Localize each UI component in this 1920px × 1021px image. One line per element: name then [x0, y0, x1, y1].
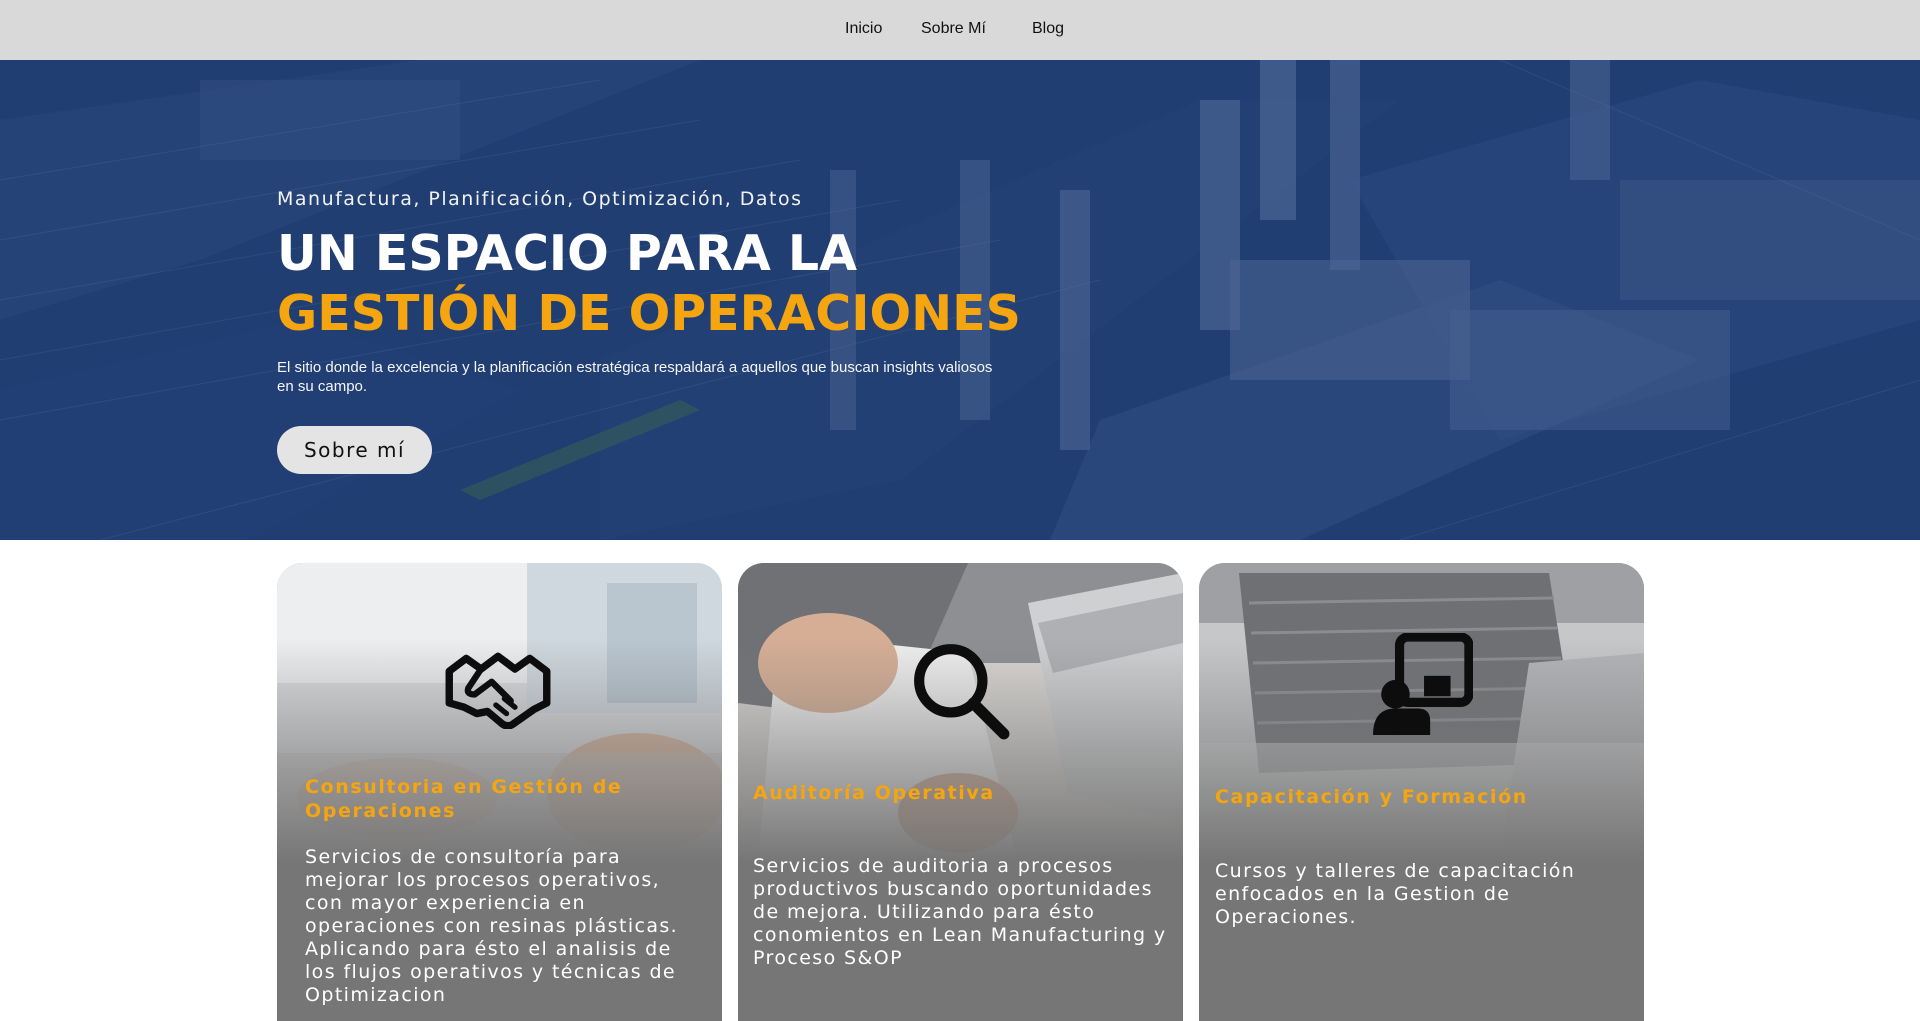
- nav-link-sobre-mi[interactable]: Sobre Mí: [921, 20, 986, 38]
- card-description: Cursos y talleres de capacitación enfoca…: [1215, 860, 1576, 928]
- card-title: Consultoria en Gestión de Operaciones: [305, 776, 623, 822]
- hero-tagline: Manufactura, Planificación, Optimización…: [277, 188, 803, 210]
- card-title: Auditoría Operativa: [753, 782, 995, 804]
- hero-content: Manufactura, Planificación, Optimización…: [277, 188, 1037, 474]
- nav-link-inicio[interactable]: Inicio: [845, 20, 882, 38]
- magnifying-glass-icon: [914, 644, 1010, 740]
- handshake-icon: [445, 652, 551, 729]
- card-description: Servicios de consultoría para mejorar lo…: [305, 846, 679, 1006]
- top-nav: Inicio Sobre Mí Blog: [0, 0, 1920, 60]
- nav-link-blog[interactable]: Blog: [1032, 20, 1064, 38]
- card-title: Capacitación y Formación: [1215, 786, 1528, 808]
- service-card-consultoria[interactable]: Consultoria en Gestión de Operaciones Se…: [277, 563, 722, 1021]
- sobre-mi-button[interactable]: Sobre mí: [277, 426, 432, 474]
- card-description: Servicios de auditoria a procesos produc…: [753, 855, 1167, 969]
- hero-description: El sitio donde la excelencia y la planif…: [277, 359, 993, 395]
- service-card-capacitacion[interactable]: Capacitación y Formación Cursos y taller…: [1199, 563, 1644, 1021]
- hero-section: Manufactura, Planificación, Optimización…: [0, 60, 1920, 540]
- hero-title-line1: UN ESPACIO PARA LA: [277, 225, 858, 282]
- hero-title-line2: GESTIÓN DE OPERACIONES: [277, 285, 1021, 342]
- presenter-board-icon: [1373, 633, 1473, 735]
- service-card-auditoria[interactable]: Auditoría Operativa Servicios de auditor…: [738, 563, 1183, 1021]
